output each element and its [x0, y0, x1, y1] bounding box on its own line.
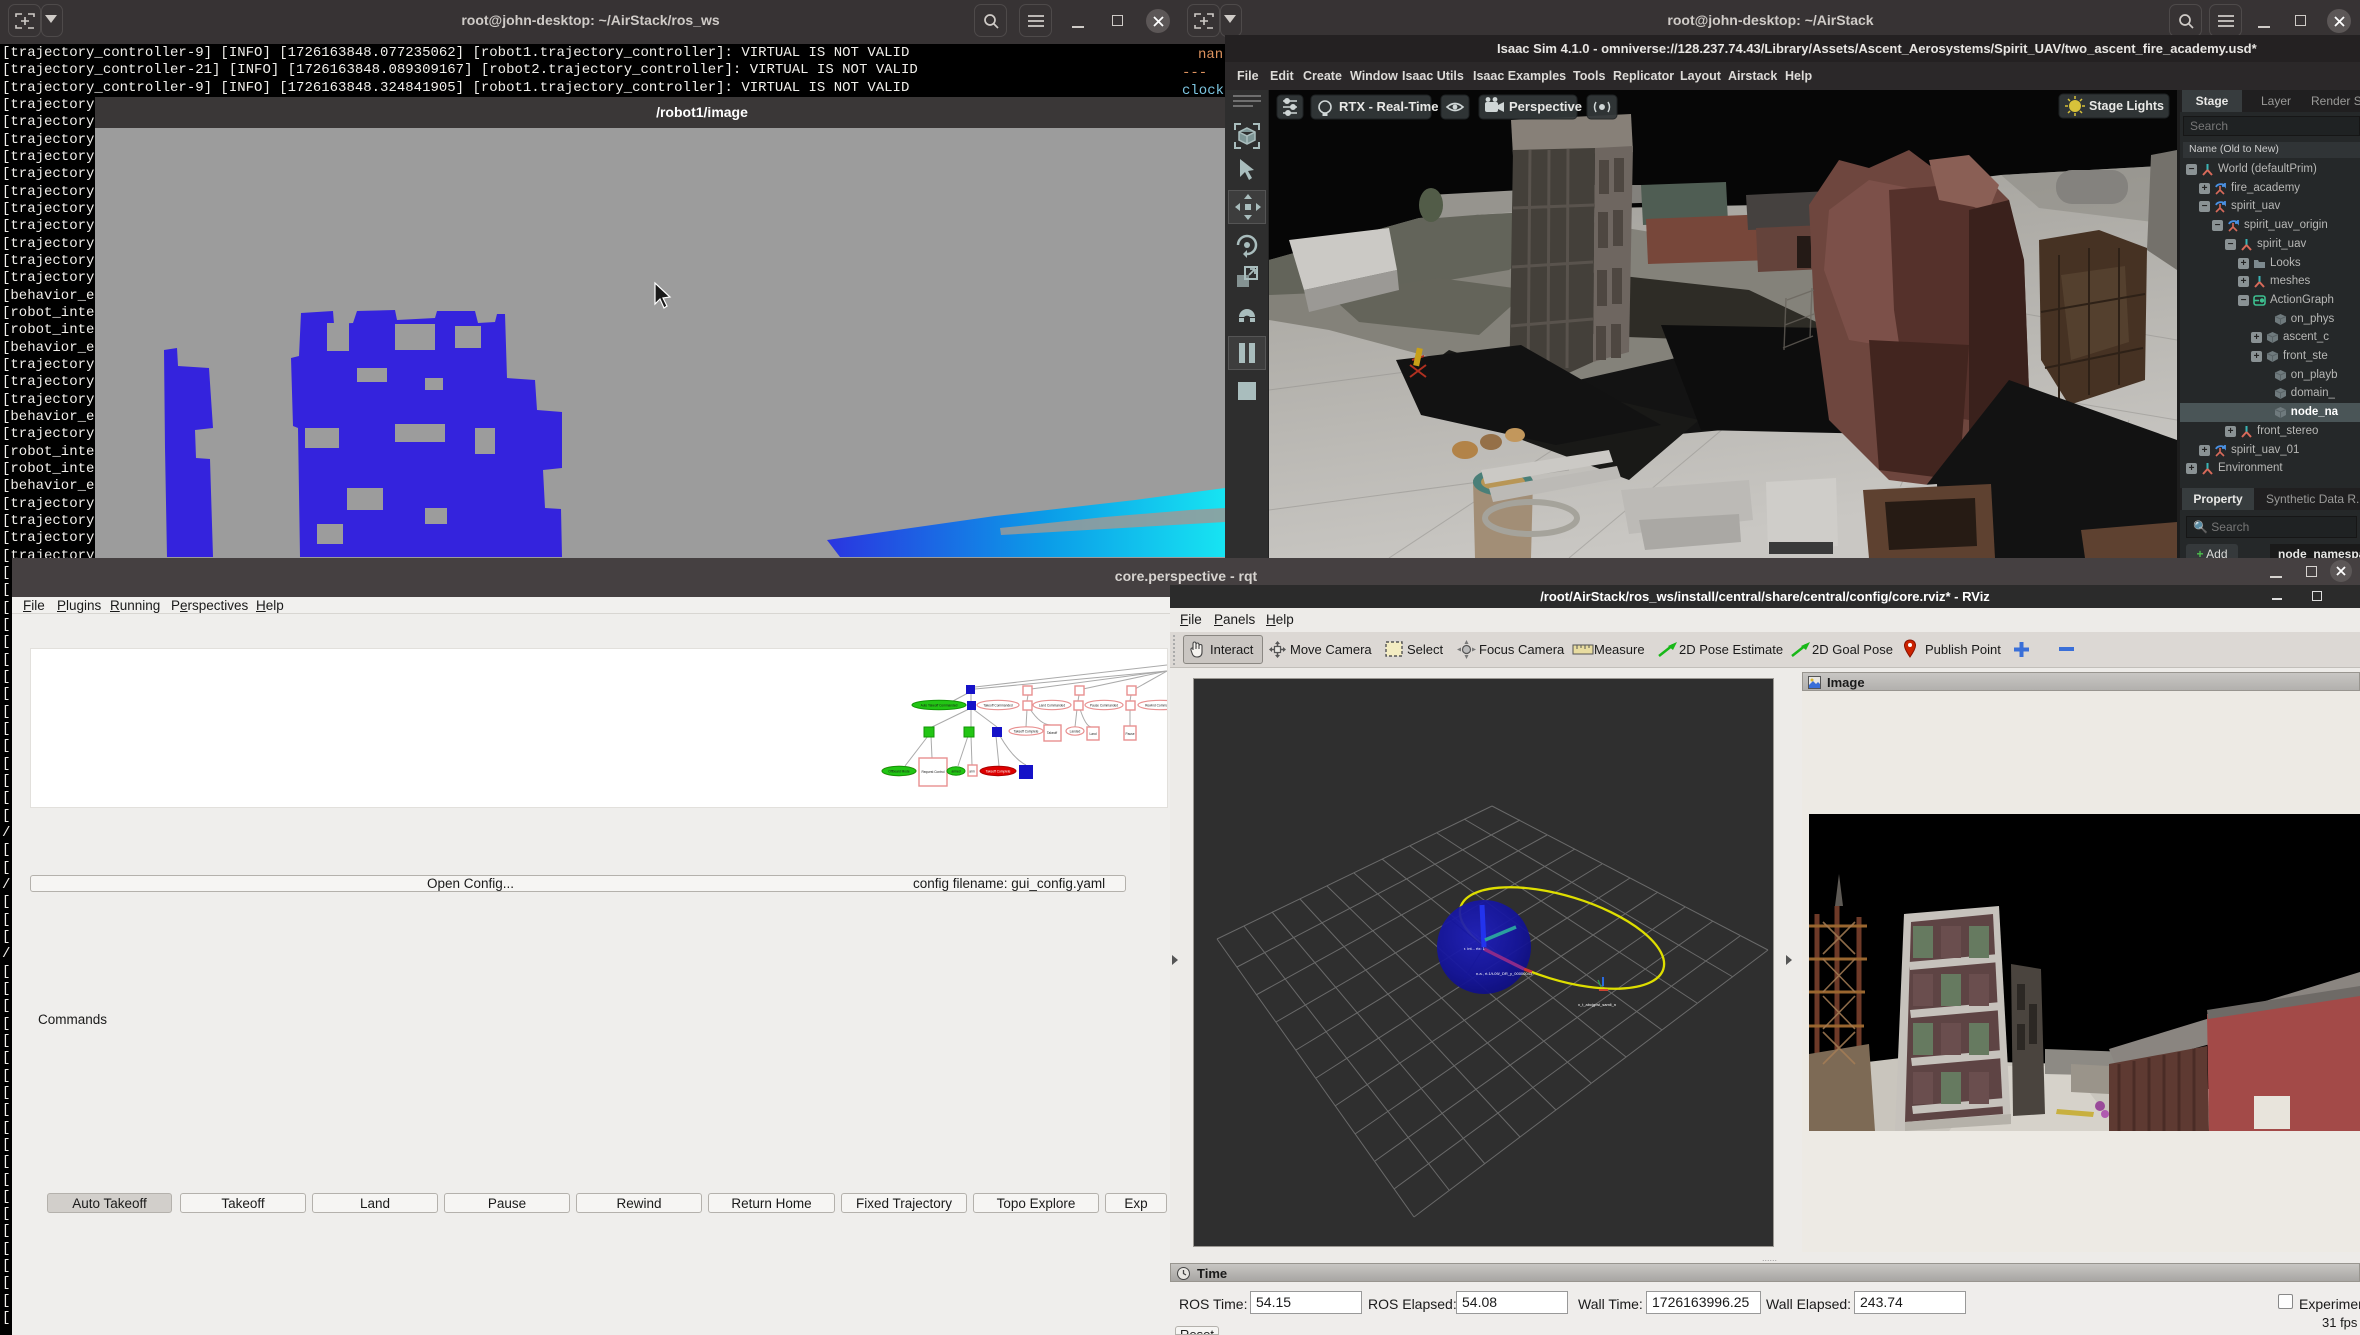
svg-text:Takeoff: Takeoff [1047, 731, 1057, 735]
svg-text:Pause Commanded: Pause Commanded [1090, 703, 1118, 707]
svg-text:x_t_abcjg/wl_samli_n: x_t_abcjg/wl_samli_n [1578, 1002, 1616, 1007]
svg-text:Takeoff Complete: Takeoff Complete [1014, 729, 1039, 733]
svg-text:r. int... rtx: 1: r. int... rtx: 1 [1464, 946, 1486, 951]
svg-text:Land: Land [1089, 732, 1096, 736]
svg-text:n.a., rt.1/t-09/_DR_y_00000043: n.a., rt.1/t-09/_DR_y_00000043 [1476, 971, 1533, 976]
svg-text:RTX - Real-Time: RTX - Real-Time [1339, 99, 1438, 114]
svg-text:Request Control: Request Control [921, 770, 944, 774]
svg-text:Offboard Mode: Offboard Mode [888, 769, 909, 773]
svg-text:Landed: Landed [1070, 729, 1081, 733]
svg-text:Stage Lights: Stage Lights [2089, 99, 2164, 113]
svg-text:Takeoff Complete: Takeoff Complete [986, 769, 1011, 773]
svg-text:Auto Takeoff Commanded: Auto Takeoff Commanded [921, 703, 958, 707]
svg-text:armed: armed [951, 769, 960, 773]
svg-text:Rewind Commanded: Rewind Commanded [1145, 703, 1167, 707]
svg-text:Land Commanded: Land Commanded [1039, 703, 1065, 707]
svg-text:Takeoff Commanded: Takeoff Commanded [983, 703, 1013, 707]
svg-text:Pause: Pause [1125, 732, 1134, 736]
svg-text:arm: arm [969, 770, 975, 774]
svg-text:Perspective: Perspective [1509, 99, 1582, 114]
